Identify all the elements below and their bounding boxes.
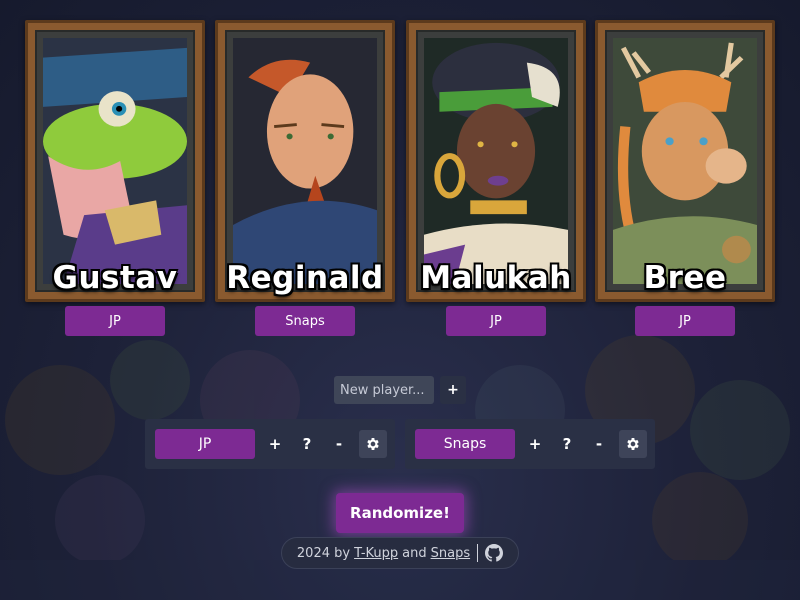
footer-year-text: 2024 by bbox=[296, 545, 351, 561]
character-card: Bree JP bbox=[595, 20, 775, 336]
player-tag-button[interactable]: JP bbox=[446, 306, 546, 336]
player-tag-button[interactable]: JP bbox=[65, 306, 165, 336]
card-frame-inner bbox=[35, 30, 195, 292]
settings-button[interactable] bbox=[359, 430, 387, 458]
add-player-row: + bbox=[334, 376, 466, 404]
character-card: Malukah JP bbox=[406, 20, 586, 336]
frog-wizard-portrait-icon bbox=[43, 38, 187, 284]
bald-man-portrait-icon bbox=[233, 38, 377, 284]
random-button[interactable]: ? bbox=[295, 429, 319, 459]
github-icon[interactable] bbox=[485, 544, 504, 562]
gear-icon bbox=[627, 438, 639, 450]
player-name-button[interactable]: JP bbox=[155, 429, 255, 459]
gear-icon bbox=[367, 438, 379, 450]
increment-button[interactable]: + bbox=[263, 429, 287, 459]
skull-headdress-woman-portrait-icon bbox=[424, 38, 568, 284]
footer-divider bbox=[477, 544, 479, 562]
author-link-snaps[interactable]: Snaps bbox=[431, 546, 470, 561]
player-tag-button[interactable]: Snaps bbox=[255, 306, 355, 336]
player-panel: JP + ? - bbox=[145, 419, 395, 469]
footer-and-text: and bbox=[402, 545, 427, 561]
card-frame-inner bbox=[605, 30, 765, 292]
player-name-button[interactable]: Snaps bbox=[415, 429, 515, 459]
character-card: Reginald Snaps bbox=[215, 20, 395, 336]
increment-button[interactable]: + bbox=[523, 429, 547, 459]
decrement-button[interactable]: - bbox=[327, 429, 351, 459]
settings-button[interactable] bbox=[619, 430, 647, 458]
player-tag-button[interactable]: JP bbox=[635, 306, 735, 336]
footer: 2024 by T-Kupp and Snaps bbox=[281, 537, 519, 569]
add-player-button[interactable]: + bbox=[440, 376, 466, 404]
character-cards: Gustav JP Reginald Snaps Malukah JP Bree… bbox=[25, 20, 775, 340]
character-name: Reginald bbox=[226, 260, 384, 296]
character-name: Malukah bbox=[420, 260, 572, 296]
character-name: Bree bbox=[643, 260, 727, 296]
character-name: Gustav bbox=[52, 260, 178, 296]
card-frame-inner bbox=[416, 30, 576, 292]
random-button[interactable]: ? bbox=[555, 429, 579, 459]
new-player-input[interactable] bbox=[334, 376, 434, 404]
deer-archer-portrait-icon bbox=[613, 38, 757, 284]
character-card: Gustav JP bbox=[25, 20, 205, 336]
player-panel: Snaps + ? - bbox=[405, 419, 655, 469]
author-link-tkupp[interactable]: T-Kupp bbox=[354, 546, 398, 561]
randomize-button[interactable]: Randomize! bbox=[336, 493, 464, 533]
decrement-button[interactable]: - bbox=[587, 429, 611, 459]
card-frame-inner bbox=[225, 30, 385, 292]
